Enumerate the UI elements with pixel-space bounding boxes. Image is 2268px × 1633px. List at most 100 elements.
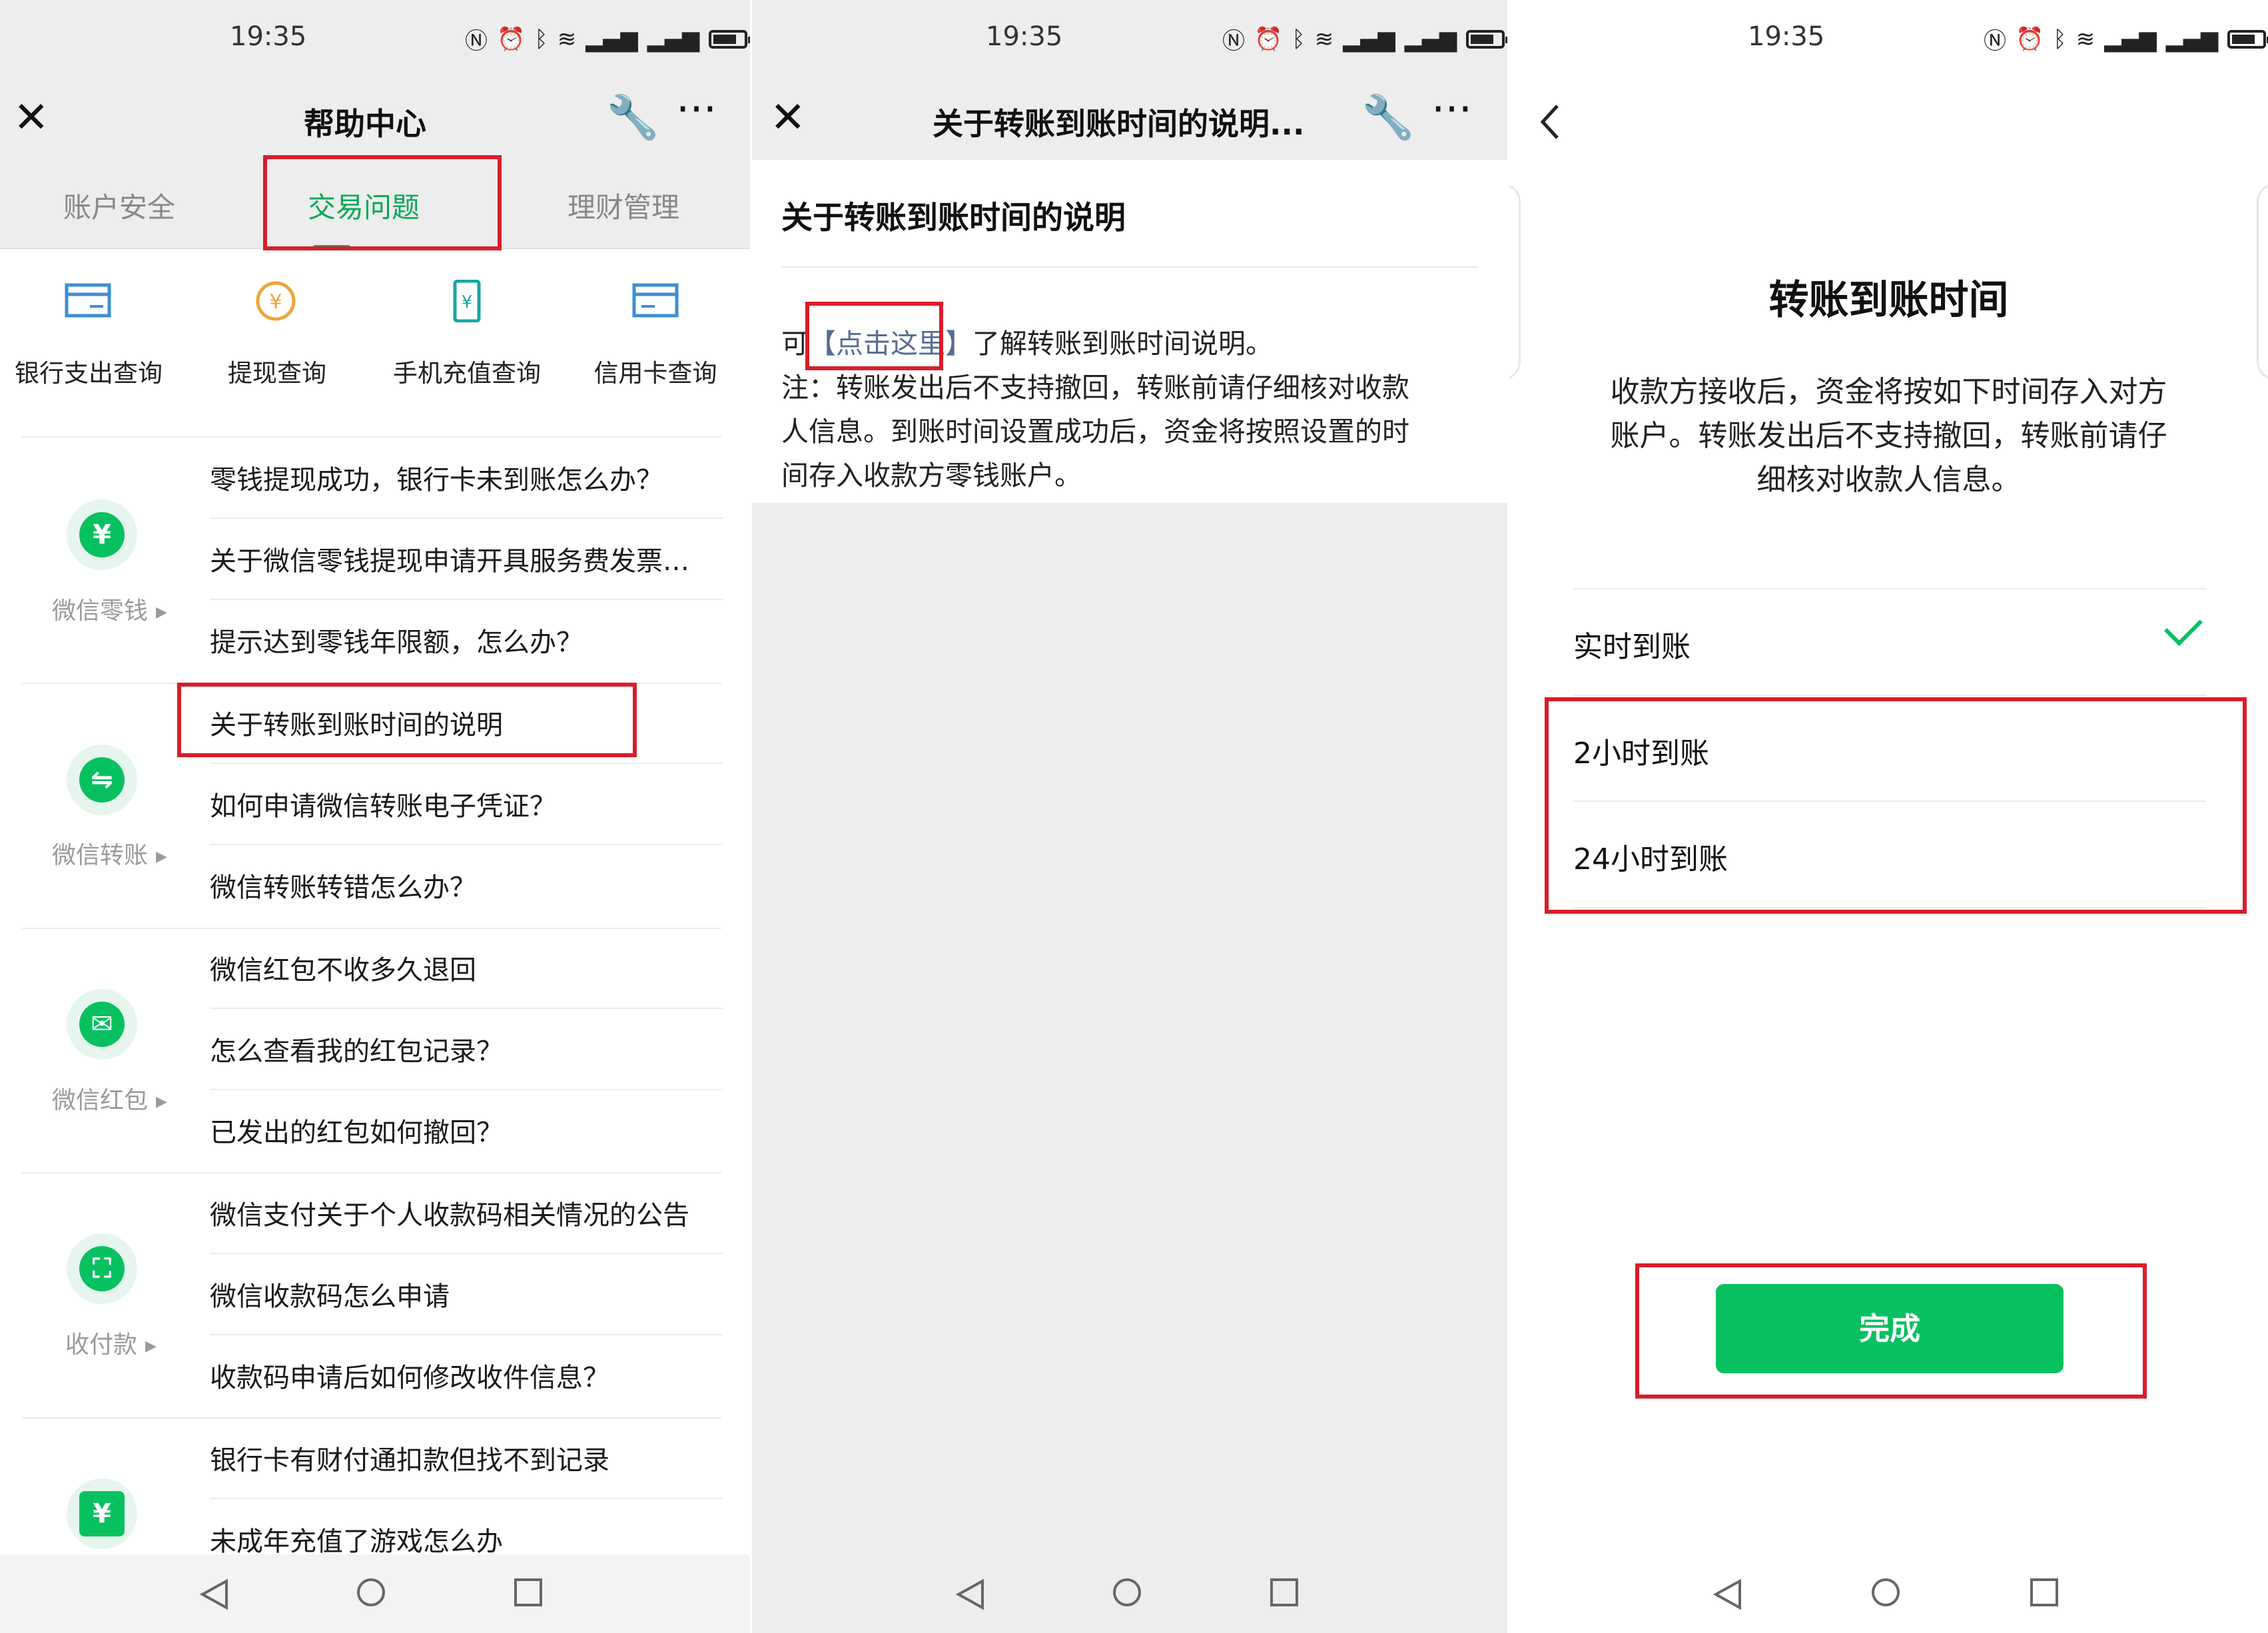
more-icon[interactable]: ··· (676, 89, 717, 131)
wifi-icon: ≋ (1314, 25, 1334, 53)
caret-right-icon: ▶ (156, 603, 167, 621)
wrench-icon[interactable]: 🔧 (1361, 97, 1415, 139)
shortcut-withdraw[interactable]: ¥ 提现查询 (204, 280, 350, 389)
divider (210, 763, 723, 764)
article-line: 人信息。到账时间设置成功后，资金将按照设置的时 (781, 416, 1409, 448)
signal-icon: ▂▄▆ (1404, 25, 1457, 53)
question-item[interactable]: 银行卡有财付通扣款但找不到记录 (210, 1439, 723, 1477)
shortcut-phone-recharge[interactable]: ¥ 手机充值查询 (393, 279, 541, 389)
nav-home-icon[interactable] (1113, 1578, 1141, 1606)
battery-icon (709, 29, 750, 49)
status-bar: 19:35 Ⓝ ⏰ ᛒ ≋ ▂▄▆ ▂▄▆ (0, 0, 750, 83)
system-nav-bar (0, 1554, 750, 1633)
tab-account-security[interactable]: 账户安全 (63, 185, 175, 226)
caret-right-icon: ▶ (156, 848, 167, 865)
battery-icon (2227, 29, 2268, 49)
nav-recent-icon[interactable] (1270, 1578, 1298, 1606)
divider (210, 1498, 723, 1499)
nav-recent-icon[interactable] (2030, 1578, 2058, 1606)
category-label-payments[interactable]: 收付款 ▶ (65, 1325, 157, 1360)
highlight-box (177, 683, 637, 757)
divider (22, 436, 721, 438)
status-icons: Ⓝ ⏰ ᛒ ≋ ▂▄▆ ▂▄▆ (465, 23, 750, 55)
question-item[interactable]: 关于微信零钱提现申请开具服务费发票… (210, 539, 723, 578)
caret-right-icon: ▶ (156, 1093, 167, 1110)
option-realtime[interactable]: 实时到账 (1573, 623, 1691, 665)
nav-home-icon[interactable] (1872, 1578, 1900, 1606)
bluetooth-icon: ᛒ (2053, 25, 2067, 53)
status-time: 19:35 (230, 21, 307, 52)
wechat-transfer-icon: ⇋ (67, 745, 137, 815)
nav-back-icon[interactable] (200, 1578, 229, 1610)
nav-back-icon[interactable] (956, 1578, 985, 1610)
shortcut-label: 信用卡查询 (593, 359, 717, 388)
page-title: 转账到账时间 (1768, 277, 2009, 324)
category-label-wallet[interactable]: 微信零钱 ▶ (52, 591, 167, 626)
status-icons: Ⓝ ⏰ ᛒ ≋ ▂▄▆ ▂▄▆ (1984, 23, 2268, 55)
nfc-icon: Ⓝ (1222, 28, 1245, 55)
shortcut-label: 银行支出查询 (15, 359, 163, 388)
signal-icon: ▂▄▆ (1343, 25, 1395, 53)
question-item[interactable]: 已发出的红包如何撤回？ (210, 1111, 723, 1149)
status-bar: 19:35 Ⓝ ⏰ ᛒ ≋ ▂▄▆ ▂▄▆ (752, 0, 1507, 83)
wrench-icon[interactable]: 🔧 (606, 97, 659, 139)
bank-expense-icon (65, 283, 111, 318)
category-label-red-packet[interactable]: 微信红包 ▶ (52, 1081, 167, 1116)
withdraw-coin-icon: ¥ (256, 281, 296, 321)
divider (22, 928, 721, 929)
divider (210, 1089, 723, 1090)
divider (1573, 588, 2206, 589)
transfer-time-settings-screen: 19:35 Ⓝ ⏰ ᛒ ≋ ▂▄▆ ▂▄▆ 转账到账时间 收款方接收后，资金将按… (1509, 0, 2268, 1633)
status-icons: Ⓝ ⏰ ᛒ ≋ ▂▄▆ ▂▄▆ (1222, 23, 1507, 55)
wechat-wallet-icon: ¥ (67, 499, 137, 570)
question-item[interactable]: 微信红包不收多久退回 (210, 948, 723, 987)
svg-text:¥: ¥ (269, 290, 282, 314)
shortcut-label: 手机充值查询 (393, 359, 541, 388)
bluetooth-icon: ᛒ (534, 25, 548, 53)
question-item[interactable]: 如何申请微信转账电子凭证？ (210, 785, 723, 823)
phone-recharge-icon: ¥ (453, 279, 481, 323)
nav-recent-icon[interactable] (514, 1578, 542, 1606)
highlight-box (1635, 1263, 2147, 1399)
transfer-article-screen: 19:35 Ⓝ ⏰ ᛒ ≋ ▂▄▆ ▂▄▆ ✕ 关于转账到账时间的说明... 🔧… (752, 0, 1507, 1633)
wifi-icon: ≋ (2076, 25, 2095, 53)
question-item[interactable]: 怎么查看我的红包记录？ (210, 1030, 723, 1068)
alarm-icon: ⏰ (497, 25, 526, 53)
more-icon[interactable]: ··· (1431, 89, 1472, 131)
tab-wealth-management[interactable]: 理财管理 (567, 185, 679, 226)
question-item[interactable]: 微信收款码怎么申请 (210, 1275, 723, 1313)
bank-document-icon: ¥ (67, 1478, 137, 1549)
title-bar: ✕ 关于转账到账时间的说明... 🔧 ··· (752, 83, 1507, 160)
divider (210, 1334, 723, 1335)
divider (1573, 695, 2206, 696)
checkmark-icon (2164, 607, 2203, 646)
category-label-transfer[interactable]: 微信转账 ▶ (52, 836, 167, 870)
close-icon[interactable]: ✕ (770, 97, 806, 139)
question-item[interactable]: 微信支付关于个人收款码相关情况的公告 (210, 1193, 723, 1232)
divider (781, 266, 1478, 268)
divider (210, 1253, 723, 1254)
highlight-box (263, 155, 502, 250)
caret-right-icon: ▶ (145, 1337, 157, 1355)
question-item[interactable]: 未成年充值了游戏怎么办 (210, 1520, 723, 1558)
nav-home-icon[interactable] (357, 1578, 385, 1606)
divider (22, 1417, 721, 1419)
system-nav-bar (1509, 1554, 2268, 1633)
article-line: 注：转账发出后不支持撤回，转账前请仔细核对收款 (781, 372, 1409, 404)
page-title: 关于转账到账时间的说明... (933, 106, 1305, 142)
status-time: 19:35 (986, 21, 1063, 52)
highlight-box (1545, 697, 2247, 914)
divider (210, 1008, 723, 1009)
shortcut-credit-card[interactable]: 信用卡查询 (582, 280, 729, 389)
nav-back-icon[interactable] (1713, 1578, 1742, 1610)
nfc-icon: Ⓝ (1984, 28, 2006, 55)
question-item[interactable]: 微信转账转错怎么办？ (210, 866, 723, 904)
shortcut-bank-expense[interactable]: 银行支出查询 (15, 280, 163, 389)
close-icon[interactable]: ✕ (13, 97, 49, 139)
question-item[interactable]: 收款码申请后如何修改收件信息？ (210, 1356, 723, 1395)
back-arrow-icon[interactable] (1537, 102, 1561, 142)
question-item[interactable]: 提示达到零钱年限额，怎么办？ (210, 621, 723, 659)
question-item[interactable]: 零钱提现成功，银行卡未到账怎么办？ (210, 458, 723, 497)
divider (22, 1172, 721, 1173)
divider (210, 517, 723, 519)
